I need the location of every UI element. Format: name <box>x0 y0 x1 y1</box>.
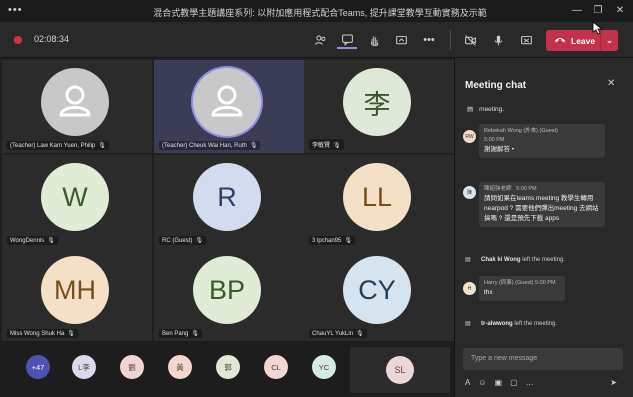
toolbar-divider <box>450 30 451 50</box>
avatar: BP <box>193 256 261 324</box>
chat-input[interactable]: Type a new message <box>463 348 623 370</box>
sticker-icon[interactable]: ▢ <box>510 378 518 387</box>
mouse-cursor-icon <box>592 21 602 35</box>
participant-name: Ben Pang 🎙 <box>159 329 202 338</box>
close-icon[interactable]: ✕ <box>607 78 615 89</box>
leave-label: Leave <box>571 35 596 46</box>
gif-icon[interactable]: ▣ <box>495 378 503 387</box>
participant-name: Miss Wong Shuk Ha 🎙 <box>7 329 78 338</box>
mic-off-icon: 🎙 <box>98 143 106 149</box>
participant-tile[interactable]: BP Ben Pang 🎙 <box>154 248 304 341</box>
chat-fragment: ▤ meeting. <box>467 106 505 113</box>
avatar: MH <box>41 256 109 324</box>
emoji-icon[interactable]: ☺ <box>478 378 486 387</box>
mic-off-icon: 🎙 <box>344 238 352 244</box>
mic-off-icon: 🎙 <box>333 143 341 149</box>
avatar: RW <box>463 130 476 143</box>
chat-icon[interactable] <box>337 31 357 49</box>
chat-message: 陳紹強老師 5:00 PM 請問如果在teams meeting 教學生轉用ne… <box>479 182 605 227</box>
mic-off-icon: 🎙 <box>67 331 75 337</box>
close-window-icon[interactable]: ✕ <box>612 3 628 19</box>
mic-off-icon: 🎙 <box>47 238 55 244</box>
leave-button[interactable]: Leave ⌄ <box>546 30 618 51</box>
strip-avatar[interactable]: 黃 <box>168 355 192 379</box>
participant-tile[interactable]: MH Miss Wong Shuk Ha 🎙 <box>2 248 152 341</box>
participant-tile[interactable]: (Teacher) Cheuk Wai Han, Ruth 🎙 <box>154 60 304 153</box>
more-icon[interactable]: ••• <box>419 31 439 49</box>
participant-name: WongDennis 🎙 <box>7 236 58 245</box>
participant-tile[interactable]: R RC (Guest) 🎙 <box>154 155 304 248</box>
chat-message: Rebekah Wong (外來) (Guest) 5:00 PM 謝謝解答 • <box>479 124 605 158</box>
send-icon[interactable]: ➤ <box>610 378 617 387</box>
participant-tile[interactable]: LL 3 lpchan95 🎙 <box>304 155 454 248</box>
participant-name: (Teacher) Law Kam Yuen, Philip 🎙 <box>7 141 109 150</box>
avatar: W <box>41 163 109 231</box>
participant-tile[interactable]: W WongDennis 🎙 <box>2 155 152 248</box>
leave-icon: ▤ <box>465 257 471 263</box>
avatar <box>41 68 109 136</box>
meeting-toolbar: 02:08:34 ••• Leave ⌄ <box>0 22 633 58</box>
participant-tile[interactable]: 李 李敏賢 🎙 <box>304 60 454 153</box>
system-message: ▤ Chak ki Wong left the meeting. <box>465 257 565 263</box>
meeting-timer: 02:08:34 <box>34 34 70 44</box>
phone-icon <box>554 36 566 46</box>
minimize-icon[interactable]: — <box>569 3 585 19</box>
chat-header: Meeting chat <box>465 80 527 91</box>
strip-avatar[interactable]: 郭 <box>216 355 240 379</box>
avatar: CY <box>343 256 411 324</box>
more-icon[interactable]: … <box>526 378 534 387</box>
avatar: 陳 <box>463 186 476 199</box>
share-screen-icon[interactable] <box>516 31 536 49</box>
avatar: H <box>463 282 476 295</box>
participant-name: 李敏賢 🎙 <box>309 139 344 150</box>
people-icon[interactable] <box>310 31 330 49</box>
title-menu-icon[interactable]: ••• <box>8 4 23 16</box>
strip-avatar[interactable]: CL <box>264 355 288 379</box>
share-tray-icon[interactable] <box>391 31 411 49</box>
self-view-tile[interactable]: SL <box>350 347 450 393</box>
mic-off-icon: 🎙 <box>356 331 364 337</box>
chat-message: Harry (同事) (Guest) 5:00 PM thx <box>479 276 565 301</box>
participant-name: (Teacher) Cheuk Wai Han, Ruth 🎙 <box>159 141 261 150</box>
self-avatar: SL <box>386 356 414 384</box>
participant-name: 3 lpchan95 🎙 <box>309 236 355 245</box>
participant-grid: (Teacher) Law Kam Yuen, Philip 🎙 (Teacher… <box>0 58 454 341</box>
participant-tile[interactable]: (Teacher) Law Kam Yuen, Philip 🎙 <box>2 60 152 153</box>
mic-off-icon: 🎙 <box>195 238 203 244</box>
more-participants-badge[interactable]: +47 <box>26 355 50 379</box>
compose-toolbar: A ☺ ▣ ▢ … ➤ <box>465 376 625 388</box>
mic-icon: 🎙 <box>249 143 258 149</box>
maximize-icon[interactable]: ❐ <box>590 3 606 19</box>
window-title: 混合式教學主題講座系列: 以附加應用程式配合Teams, 提升課堂教學互動實務及… <box>153 8 487 18</box>
participant-strip: +47 L李 劉 黃 郭 CL YC SL <box>0 341 454 397</box>
mic-icon[interactable] <box>488 31 508 49</box>
person-icon <box>59 85 91 117</box>
meeting-chat-panel: Meeting chat ✕ ▤ meeting. RW Rebekah Wong… <box>454 58 633 397</box>
leave-icon: ▤ <box>465 321 471 327</box>
raise-hand-icon[interactable] <box>364 31 384 49</box>
camera-icon[interactable] <box>460 31 480 49</box>
participant-tile[interactable]: CY ChauYL YukLin 🎙 <box>304 248 454 341</box>
format-icon[interactable]: A <box>465 378 470 387</box>
avatar <box>193 68 261 136</box>
mic-off-icon: 🎙 <box>191 331 199 337</box>
chevron-down-icon[interactable]: ⌄ <box>600 30 618 51</box>
system-message: ▤ tr-alwwong left the meeting. <box>465 321 558 327</box>
strip-avatar[interactable]: L李 <box>72 355 96 379</box>
recording-icon <box>14 36 22 44</box>
title-bar: ••• 混合式教學主題講座系列: 以附加應用程式配合Teams, 提升課堂教學互… <box>0 0 633 22</box>
person-icon <box>211 85 243 117</box>
avatar: 李 <box>343 68 411 136</box>
avatar: LL <box>343 163 411 231</box>
strip-avatar[interactable]: YC <box>312 355 336 379</box>
participant-name: RC (Guest) 🎙 <box>159 236 206 245</box>
participant-name: ChauYL YukLin 🎙 <box>309 329 367 338</box>
chat-icon: ▤ <box>467 106 474 113</box>
avatar: R <box>193 163 261 231</box>
strip-avatar[interactable]: 劉 <box>120 355 144 379</box>
